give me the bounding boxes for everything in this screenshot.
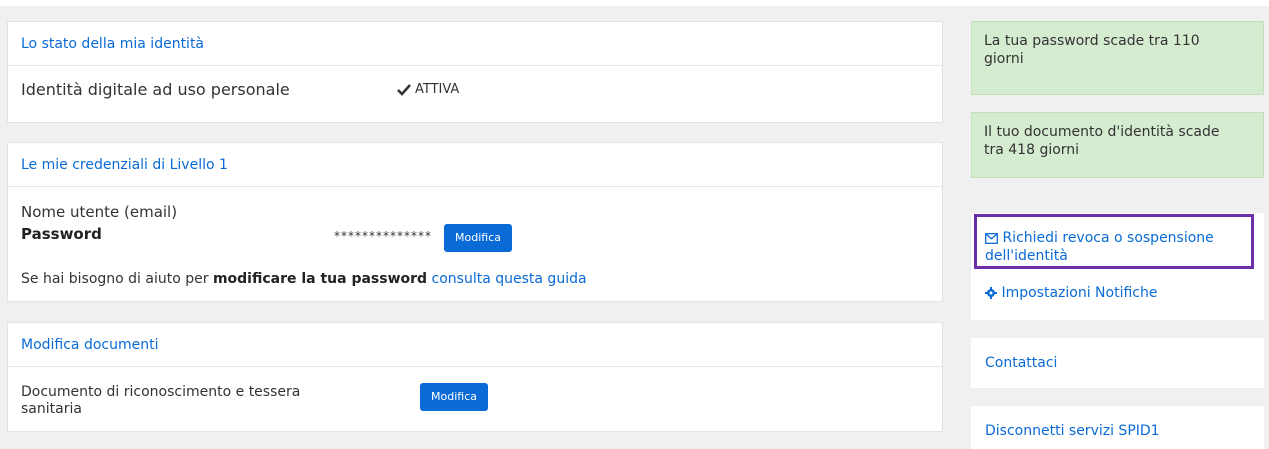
documents-row-label-line1: Documento di riconoscimento e tessera: [21, 384, 301, 400]
credentials-card: Le mie credenziali di Livello 1 Nome ute…: [7, 142, 943, 302]
document-alert-line2: tra 418 giorni: [984, 142, 1080, 158]
password-expiry-alert: La tua password scade tra 110 giorni: [971, 21, 1264, 95]
disconnect-card: Disconnetti servizi SPID1: [971, 406, 1264, 449]
gear-icon: [985, 287, 997, 299]
identity-status: ATTIVA: [397, 82, 459, 97]
revoke-link-highlight: [974, 214, 1254, 269]
password-label: Password: [21, 225, 102, 243]
disconnect-spid-link[interactable]: Disconnetti servizi SPID1: [971, 422, 1174, 440]
contact-link[interactable]: Contattaci: [971, 354, 1071, 372]
documents-row-label-line2: sanitaria: [21, 401, 82, 417]
documents-card-body: Documento di riconoscimento e tessera sa…: [8, 367, 942, 431]
document-alert-line1: Il tuo documento d'identità scade: [984, 124, 1220, 140]
password-mask: **************: [334, 229, 432, 243]
identity-card: Lo stato della mia identità Identità dig…: [7, 21, 943, 123]
identity-card-body: Identità digitale ad uso personale ATTIV…: [8, 66, 942, 122]
top-strip: [0, 0, 1269, 6]
password-expiry-alert-box: La tua password scade tra 110 giorni: [971, 21, 1264, 95]
documents-row-label: Documento di riconoscimento e tessera sa…: [21, 384, 300, 418]
username-label: Nome utente (email): [21, 203, 178, 221]
identity-status-text: ATTIVA: [415, 82, 460, 97]
check-icon: [397, 83, 411, 96]
identity-card-title: Lo stato della mia identità: [8, 22, 942, 66]
documents-card-title: Modifica documenti: [8, 323, 942, 367]
password-alert-line2: giorni: [984, 51, 1024, 67]
password-alert-line1: La tua password scade tra 110: [984, 33, 1200, 49]
document-expiry-alert-box: Il tuo documento d'identità scade tra 41…: [971, 112, 1264, 178]
help-prefix: Se hai bisogno di aiuto per: [21, 271, 213, 287]
documents-card: Modifica documenti Documento di riconosc…: [7, 322, 943, 432]
help-bold: modificare la tua password: [212, 271, 428, 287]
help-guide-link[interactable]: consulta questa guida: [432, 271, 587, 287]
credentials-card-body: Nome utente (email) Password ***********…: [8, 187, 942, 301]
notification-settings-label: Impostazioni Notifiche: [1001, 285, 1158, 301]
contact-card: Contattaci: [971, 338, 1264, 388]
identity-row-label: Identità digitale ad uso personale: [21, 80, 290, 99]
page: Lo stato della mia identità Identità dig…: [0, 0, 1269, 449]
credentials-card-title: Le mie credenziali di Livello 1: [8, 143, 942, 187]
document-expiry-alert: Il tuo documento d'identità scade tra 41…: [971, 112, 1264, 178]
notification-settings-link[interactable]: Impostazioni Notifiche: [971, 284, 1171, 302]
help-text: Se hai bisogno di aiuto per modificare l…: [21, 271, 587, 287]
modify-documents-button[interactable]: Modifica: [420, 383, 488, 411]
modify-password-button[interactable]: Modifica: [444, 224, 512, 252]
